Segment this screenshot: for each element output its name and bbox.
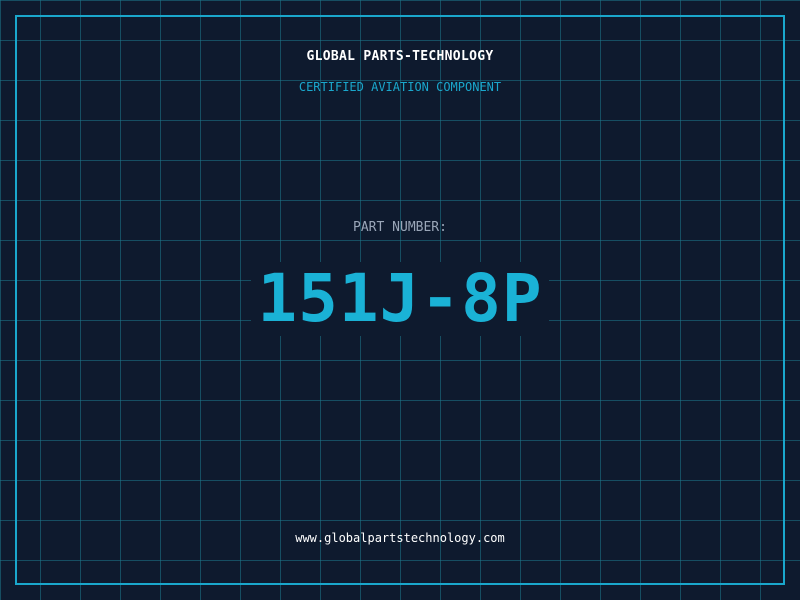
website-url: www.globalpartstechnology.com: [295, 531, 505, 545]
part-number-container: 151J-8P: [0, 262, 800, 336]
brand-tagline: CERTIFIED AVIATION COMPONENT: [298, 80, 502, 94]
brand-name: GLOBAL PARTS-TECHNOLOGY: [306, 49, 494, 64]
part-number-value: 151J-8P: [251, 262, 549, 336]
part-number-label: PART NUMBER:: [353, 220, 447, 235]
certificate-card: GLOBAL PARTS-TECHNOLOGY CERTIFIED AVIATI…: [0, 0, 800, 600]
